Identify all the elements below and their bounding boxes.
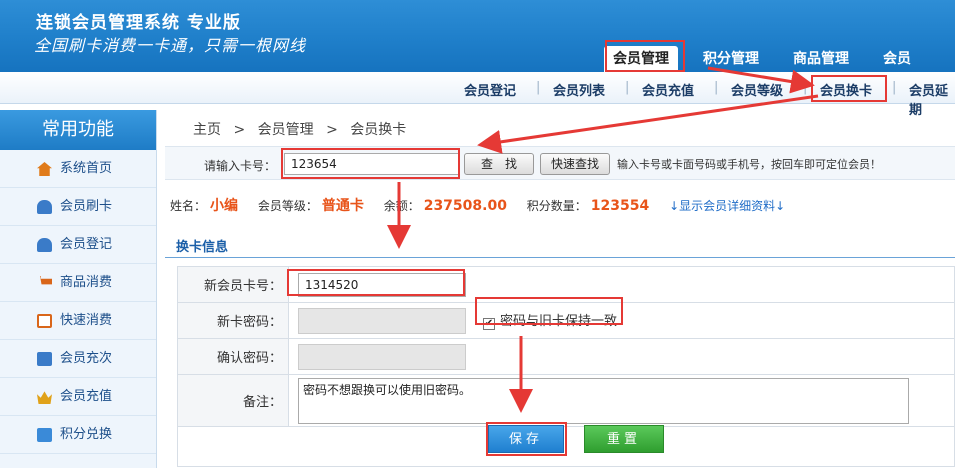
remark-label: 备注： [177, 374, 289, 427]
search-hint: 输入卡号或卡面号码或手机号，按回车即可定位会员！ [617, 158, 881, 171]
member-level-label: 会员等级： [257, 199, 318, 213]
app-header: 连锁会员管理系统 专业版 全国刷卡消费一卡通，只需一根网线 会员管理 积分管理 … [0, 0, 955, 72]
sidebar-item-label: 会员登记 [60, 237, 113, 252]
remark-cell: 密码不想跟换可以使用旧密码。 [288, 374, 955, 427]
sidebar: 常用功能 系统首页 会员刷卡 会员登记 商品消费 快速消费 会员充次 会员充值 … [0, 110, 157, 468]
sidebar-item-label: 快速消费 [60, 313, 113, 328]
breadcrumb-home[interactable]: 主页 [193, 122, 221, 138]
breadcrumb: 主页 > 会员管理 > 会员换卡 [193, 119, 414, 139]
sidebar-item-home[interactable]: 系统首页 [0, 150, 156, 188]
subnav-member-list[interactable]: 会员列表 [553, 80, 605, 99]
annotation-box-top-tab [605, 40, 685, 72]
confirm-password-cell [288, 338, 955, 375]
sidebar-item-quick-consume[interactable]: 快速消费 [0, 302, 156, 340]
sidebar-item-label: 会员充值 [60, 389, 113, 404]
crown-icon [37, 391, 52, 404]
quick-search-button[interactable]: 快速查找 [540, 153, 610, 175]
annotation-box-save [486, 422, 567, 456]
subnav-separator: | [714, 80, 719, 95]
annotation-box-card-input [281, 148, 460, 179]
new-password-label: 新卡密码： [177, 302, 289, 339]
chart-icon [37, 314, 52, 328]
sidebar-item-points-exchange[interactable]: 积分兑换 [0, 416, 156, 454]
member-level: 普通卡 [321, 198, 364, 214]
tab-points-management[interactable]: 积分管理 [694, 46, 768, 72]
annotation-box-new-card [287, 269, 465, 296]
member-balance-label: 余额： [383, 199, 420, 213]
sidebar-item-label: 积分兑换 [60, 427, 113, 442]
breadcrumb-separator: > [326, 122, 338, 138]
member-name-label: 姓名： [170, 199, 207, 213]
sidebar-item-label: 商品消费 [60, 275, 113, 290]
sidebar-item-register[interactable]: 会员登记 [0, 226, 156, 264]
annotation-box-checkbox [475, 297, 623, 325]
users-icon [37, 238, 52, 252]
subnav-separator: | [625, 80, 630, 95]
subnav-separator: | [892, 80, 897, 95]
member-points: 123554 [590, 198, 650, 214]
section-divider [165, 257, 955, 258]
remark-textarea[interactable]: 密码不想跟换可以使用旧密码。 [298, 378, 909, 424]
sidebar-item-recharge-times[interactable]: 会员充次 [0, 340, 156, 378]
subnav-member-level[interactable]: 会员等级 [731, 80, 783, 99]
search-button[interactable]: 查 找 [464, 153, 534, 175]
card-user-icon [37, 200, 52, 214]
sidebar-item-label: 会员刷卡 [60, 199, 113, 214]
form-row-confirm-password: 确认密码： [177, 338, 955, 375]
sidebar-title: 常用功能 [0, 110, 156, 150]
new-password-input[interactable] [298, 308, 466, 334]
subnav-member-register[interactable]: 会员登记 [464, 80, 516, 99]
sidebar-item-label: 系统首页 [60, 161, 113, 176]
card-number-label: 请输入卡号： [204, 159, 277, 173]
new-card-label: 新会员卡号： [177, 266, 289, 303]
home-icon [37, 162, 52, 176]
form-row-remark: 备注： 密码不想跟换可以使用旧密码。 [177, 374, 955, 427]
breadcrumb-separator: > [233, 122, 246, 138]
sidebar-item-label: 会员充次 [60, 351, 113, 366]
member-info: 姓名： 小编 会员等级： 普通卡 余额： 237508.00 积分数量： 123554 … [170, 195, 785, 215]
breadcrumb-page: 会员换卡 [350, 122, 407, 138]
confirm-password-input[interactable] [298, 344, 466, 370]
confirm-password-label: 确认密码： [177, 338, 289, 375]
cart-icon [37, 276, 52, 285]
app-slogan: 全国刷卡消费一卡通，只需一根网线 [34, 36, 307, 55]
member-name: 小编 [210, 198, 239, 214]
show-details-link[interactable]: ↓显示会员详细资料↓ [669, 199, 785, 213]
annotation-box-subnav [811, 75, 887, 102]
app-title: 连锁会员管理系统 专业版 [36, 13, 241, 33]
breadcrumb-section[interactable]: 会员管理 [258, 122, 314, 138]
tab-product-management[interactable]: 商品管理 [784, 46, 858, 72]
sidebar-item-card-swipe[interactable]: 会员刷卡 [0, 188, 156, 226]
sidebar-item-product-consume[interactable]: 商品消费 [0, 264, 156, 302]
tab-member-more[interactable]: 会员 [874, 46, 920, 72]
subnav-separator: | [803, 80, 808, 95]
member-balance: 237508.00 [423, 198, 507, 214]
reset-button[interactable]: 重置 [584, 425, 664, 453]
subnav-separator: | [536, 80, 541, 95]
member-points-label: 积分数量： [526, 199, 587, 213]
section-title: 换卡信息 [176, 240, 229, 255]
subnav-member-recharge[interactable]: 会员充值 [642, 80, 694, 99]
gift-icon [37, 428, 52, 442]
sidebar-item-recharge[interactable]: 会员充值 [0, 378, 156, 416]
stack-icon [37, 352, 52, 366]
subnav-member-extend[interactable]: 会员延期 [909, 80, 955, 118]
